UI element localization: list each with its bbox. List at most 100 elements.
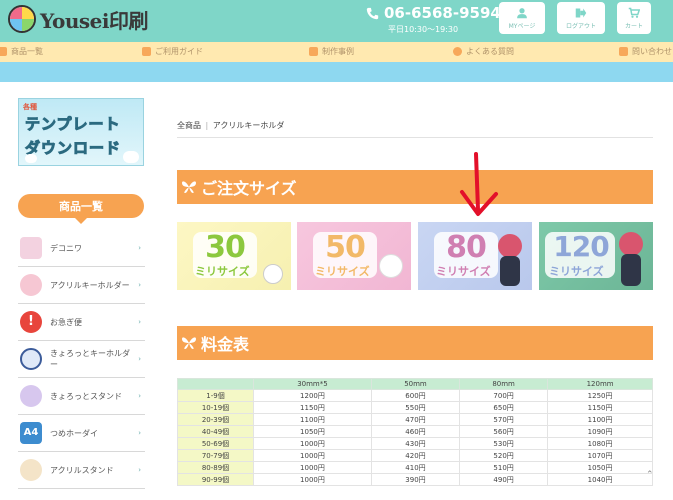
product-list-heading: 商品一覧 xyxy=(18,194,144,224)
quantity-cell: 90-99個 xyxy=(177,473,254,486)
sidebar-item-label: デコニワ xyxy=(50,243,82,253)
price-cell: 1200円 xyxy=(253,389,372,402)
sidebar-item-label: アクリルスタンド xyxy=(50,465,114,475)
size-card-30mm[interactable]: 30 ミリサイズ xyxy=(177,222,291,290)
site-logo[interactable]: Yousei印刷 xyxy=(8,4,149,34)
sidebar-item-express[interactable]: ! お急ぎ便 › xyxy=(18,304,145,341)
phone-contact[interactable]: 06-6568-9594 平日10:30〜19:30 xyxy=(366,4,501,36)
table-header: 50mm xyxy=(370,378,461,390)
table-row: 40-49個 1050円 460円 560円 1090円 xyxy=(177,425,653,438)
quantity-cell: 1-9個 xyxy=(177,389,254,402)
template-download-banner[interactable]: 各種 テンプレート ダウンロード xyxy=(18,98,144,166)
character-thumbnail-icon xyxy=(20,274,42,296)
price-cell: 490円 xyxy=(459,473,549,486)
logo-icon xyxy=(8,5,36,33)
price-cell: 470円 xyxy=(370,413,461,426)
size-card-80mm[interactable]: 80 ミリサイズ xyxy=(418,222,532,290)
table-row: 1-9個 1200円 600円 700円 1250円 xyxy=(177,389,653,402)
breadcrumb-root[interactable]: 全商品 xyxy=(177,121,201,130)
mypage-button[interactable]: MYページ xyxy=(499,2,545,34)
size-card-50mm[interactable]: 50 ミリサイズ xyxy=(297,222,411,290)
price-table-title: 料金表 xyxy=(201,335,250,354)
sidebar-item-deconiwa[interactable]: デコニワ › xyxy=(18,230,145,267)
size-number: 80 xyxy=(446,230,487,265)
price-cell: 1000円 xyxy=(253,473,372,486)
pencil-icon xyxy=(309,47,318,56)
order-size-title: ご注文サイズ xyxy=(201,179,297,198)
cart-button[interactable]: カート xyxy=(617,2,651,34)
quantity-cell: 50-69個 xyxy=(177,437,254,450)
chevron-right-icon: › xyxy=(138,281,141,289)
character-head-icon xyxy=(619,232,643,256)
price-cell: 1090円 xyxy=(547,425,653,438)
chicken-mascot-icon xyxy=(263,264,283,284)
price-cell: 410円 xyxy=(370,461,461,474)
nav-item-contact[interactable]: 問い合わせ xyxy=(619,46,672,57)
logout-button[interactable]: ログアウト xyxy=(557,2,605,34)
table-row: 20-39個 1100円 470円 570円 1100円 xyxy=(177,413,653,426)
decorative-band xyxy=(0,62,673,82)
breadcrumb-separator: | xyxy=(205,121,209,130)
stand-thumbnail-icon xyxy=(20,459,42,481)
table-header-row: 30mm*5 50mm 80mm 120mm xyxy=(177,378,653,390)
sidebar-item-acrylic-keyholder[interactable]: アクリルキーホルダー › xyxy=(18,267,145,304)
product-category-list: デコニワ › アクリルキーホルダー › ! お急ぎ便 › きょろっとキーホルダー… xyxy=(18,230,145,489)
nav-item-products[interactable]: 商品一覧 xyxy=(0,46,43,57)
a4-sheet-icon: A4 xyxy=(20,422,42,444)
cart-label: カート xyxy=(624,22,643,30)
nav-item-label: 制作事例 xyxy=(322,47,354,56)
scroll-to-top-icon[interactable]: ⌃ xyxy=(646,470,654,480)
site-header: Yousei印刷 06-6568-9594 平日10:30〜19:30 MYペー… xyxy=(0,0,673,42)
breadcrumb: 全商品 | アクリルキーホルダ xyxy=(177,120,284,131)
price-cell: 1050円 xyxy=(547,461,653,474)
price-cell: 700円 xyxy=(459,389,549,402)
quantity-cell: 20-39個 xyxy=(177,413,254,426)
sidebar-item-label: きょろっとキーホルダー xyxy=(50,349,130,369)
table-header xyxy=(177,378,254,390)
banner-line-1: テンプレート xyxy=(25,115,121,134)
butterfly-icon xyxy=(182,181,196,193)
price-cell: 1000円 xyxy=(253,461,372,474)
size-unit: ミリサイズ xyxy=(436,265,491,278)
price-cell: 1080円 xyxy=(547,437,653,450)
sidebar-item-tsume-hodai[interactable]: A4 つめホーダイ › xyxy=(18,415,145,452)
size-unit: ミリサイズ xyxy=(195,265,250,278)
quantity-cell: 10-19個 xyxy=(177,401,254,414)
table-header: 80mm xyxy=(459,378,549,390)
character-body-icon xyxy=(500,256,520,286)
nav-item-faq[interactable]: よくある質問 xyxy=(453,46,514,57)
price-cell: 550円 xyxy=(370,401,461,414)
price-cell: 1050円 xyxy=(253,425,372,438)
price-cell: 520円 xyxy=(459,449,549,462)
character-head-icon xyxy=(498,234,522,258)
price-cell: 1150円 xyxy=(547,401,653,414)
chevron-right-icon: › xyxy=(138,429,141,437)
nav-item-label: よくある質問 xyxy=(466,47,514,56)
user-icon xyxy=(517,7,527,18)
nav-item-works[interactable]: 制作事例 xyxy=(309,46,354,57)
business-hours: 平日10:30〜19:30 xyxy=(388,25,459,34)
eye-stand-icon xyxy=(20,385,42,407)
chevron-right-icon: › xyxy=(138,244,141,252)
deconiwa-thumbnail-icon xyxy=(20,237,42,259)
price-cell: 1000円 xyxy=(253,437,372,450)
price-cell: 560円 xyxy=(459,425,549,438)
nav-item-guide[interactable]: ご利用ガイド xyxy=(142,46,203,57)
logout-label: ログアウト xyxy=(565,22,596,30)
guide-icon xyxy=(142,47,151,56)
price-cell: 530円 xyxy=(459,437,549,450)
table-row: 10-19個 1150円 550円 650円 1150円 xyxy=(177,401,653,414)
sidebar-item-kyorotto-keyholder[interactable]: きょろっとキーホルダー › xyxy=(18,341,145,378)
cloud-icon xyxy=(123,151,139,163)
product-list-heading-text: 商品一覧 xyxy=(59,200,103,213)
cart-icon xyxy=(628,7,640,18)
phone-icon xyxy=(366,7,379,19)
size-card-120mm[interactable]: 120 ミリサイズ xyxy=(539,222,653,290)
chevron-right-icon: › xyxy=(138,318,141,326)
table-row: 70-79個 1000円 420円 520円 1070円 xyxy=(177,449,653,462)
sidebar-item-acrylic-stand[interactable]: アクリルスタンド › xyxy=(18,452,145,489)
price-cell: 510円 xyxy=(459,461,549,474)
nav-item-label: ご利用ガイド xyxy=(155,47,203,56)
character-body-icon xyxy=(621,254,641,286)
sidebar-item-kyorotto-stand[interactable]: きょろっとスタンド › xyxy=(18,378,145,415)
